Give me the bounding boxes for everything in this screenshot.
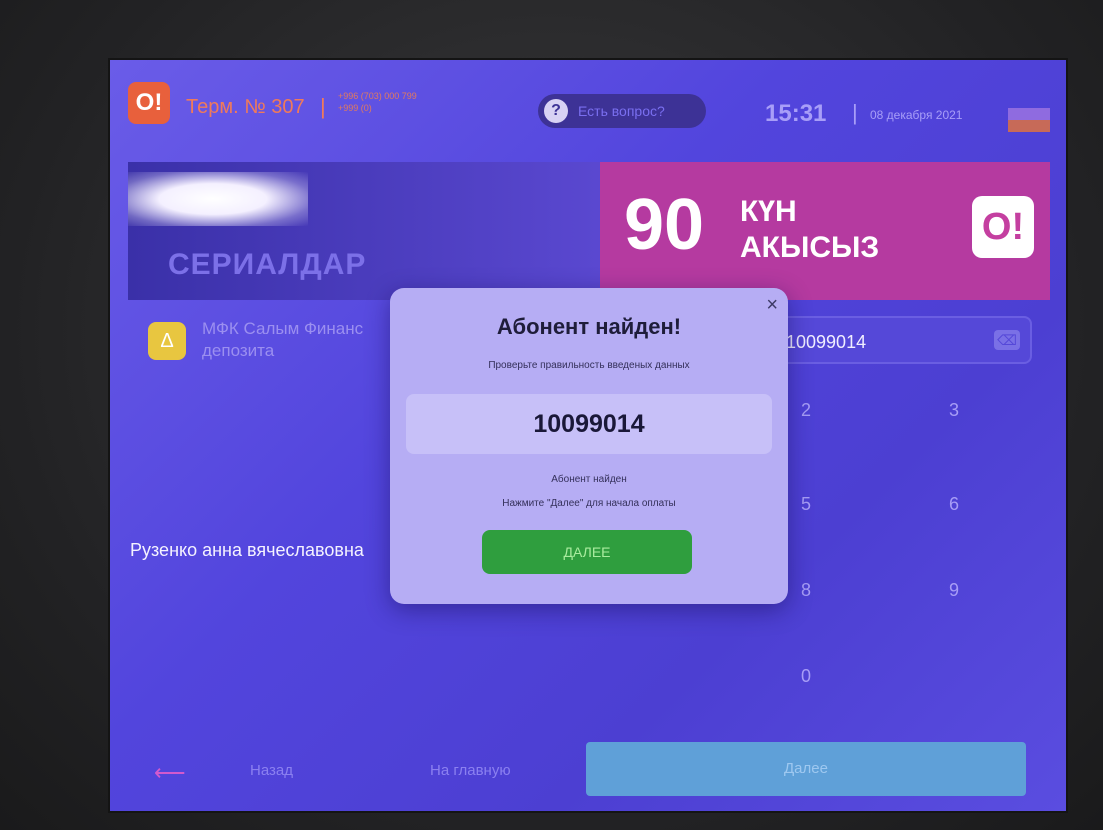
back-arrow-icon[interactable]: ⟵	[154, 760, 186, 786]
banner-logo: O!	[972, 196, 1034, 258]
dialog-hint: Нажмите "Далее" для начала оплаты	[502, 498, 676, 509]
account-number-field[interactable]: 10099014 ⌫	[760, 316, 1032, 364]
banner-number: 90	[624, 185, 705, 265]
keypad-key-6[interactable]: 6	[934, 494, 974, 515]
language-flag-button[interactable]	[1008, 108, 1050, 132]
back-button[interactable]: Назад	[250, 762, 293, 779]
keypad-key-8[interactable]: 8	[786, 580, 826, 601]
flag-stripe-top	[1008, 108, 1050, 120]
next-button[interactable]: Далее	[586, 742, 1026, 796]
keypad-key-5[interactable]: 5	[786, 494, 826, 515]
light-glare	[128, 172, 308, 226]
home-button[interactable]: На главную	[430, 762, 511, 779]
keypad-key-9[interactable]: 9	[934, 580, 974, 601]
backspace-icon[interactable]: ⌫	[994, 330, 1020, 350]
help-label: Есть вопрос?	[578, 103, 665, 119]
account-number-value: 10099014	[786, 332, 867, 352]
brand-logo: O!	[128, 82, 170, 124]
clock-time: 15:31	[765, 100, 827, 127]
phone-line-2: +999 (0)	[338, 103, 372, 113]
keypad-key-0[interactable]: 0	[786, 666, 826, 687]
keypad-key-3[interactable]: 3	[934, 400, 974, 421]
banner-line-2: АКЫСЫЗ	[740, 231, 880, 264]
promo-banner[interactable]: СЕРИАЛДАР 90 КҮН АКЫСЫЗ O!	[128, 162, 1050, 300]
clock-date: 08 декабря 2021	[870, 108, 963, 122]
header-separator: |	[320, 94, 326, 119]
flag-stripe-bottom	[1008, 120, 1050, 132]
dialog-account-number: 10099014	[406, 394, 772, 454]
dialog-next-button[interactable]: ДАЛЕЕ	[482, 530, 692, 574]
banner-free-text: КҮН АКЫСЫЗ	[740, 194, 879, 266]
terminal-number: Терм. № 307	[186, 96, 305, 118]
help-button[interactable]: ? Есть вопрос?	[538, 94, 706, 128]
support-phones: +996 (703) 000 799 +999 (0)	[338, 90, 417, 114]
subscriber-name: Рузенко анна вячеславовна	[130, 540, 364, 560]
question-icon: ?	[544, 99, 568, 123]
banner-left-panel: СЕРИАЛДАР	[128, 162, 600, 300]
banner-right-panel: 90 КҮН АКЫСЫЗ O!	[600, 162, 1050, 300]
dialog-title: Абонент найден!	[496, 314, 682, 339]
provider-logo-icon: Δ	[148, 322, 186, 360]
provider-name: МФК Салым Финанс депозита	[202, 319, 364, 360]
clock-separator: |	[852, 100, 858, 125]
kiosk-screen: O! Терм. № 307 | +996 (703) 000 799 +999…	[108, 58, 1068, 813]
keypad-key-2[interactable]: 2	[786, 400, 826, 421]
banner-left-text: СЕРИАЛДАР	[168, 248, 367, 281]
phone-line-1: +996 (703) 000 799	[338, 91, 417, 101]
top-bar: O! Терм. № 307 | +996 (703) 000 799 +999…	[110, 60, 1066, 140]
dialog-status: Абонент найден	[551, 474, 627, 485]
banner-line-1: КҮН	[740, 195, 797, 228]
dialog-subtitle: Проверьте правильность введеных данных	[488, 360, 690, 371]
subscriber-found-dialog: × Абонент найден! Проверьте правильность…	[390, 288, 788, 604]
